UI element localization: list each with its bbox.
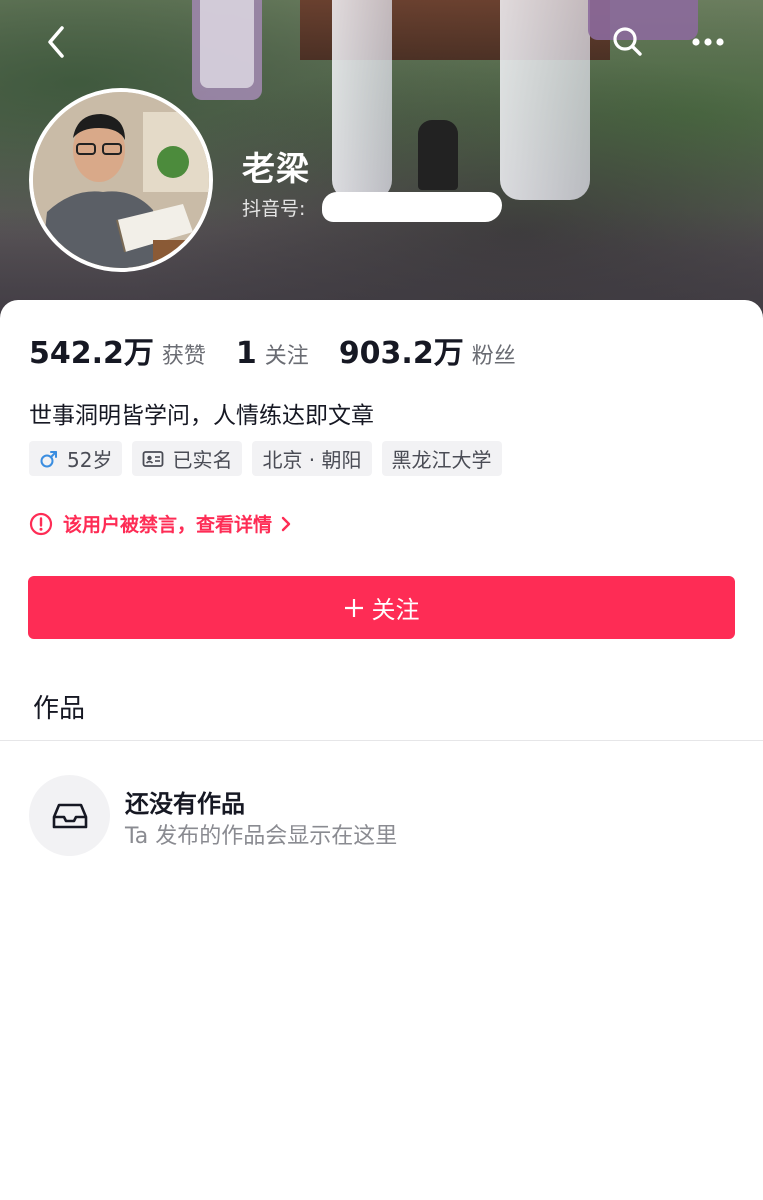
tag-age-label: 52岁 [67, 448, 113, 472]
avatar[interactable] [29, 88, 213, 272]
empty-works-icon-wrap [29, 775, 110, 856]
tag-age: 52岁 [29, 441, 123, 476]
id-card-icon [142, 450, 164, 468]
tab-works[interactable]: 作品 [33, 688, 85, 725]
tag-location: 北京 · 朝阳 [252, 441, 372, 476]
tag-location-label: 北京 · 朝阳 [262, 448, 362, 472]
profile-card [0, 300, 763, 1200]
douyin-id-redaction [322, 192, 502, 222]
stats-row: 542.2万 获赞 1 关注 903.2万 粉丝 [29, 328, 546, 372]
tag-school-label: 黑龙江大学 [391, 448, 492, 472]
plus-icon [344, 598, 364, 618]
ban-notice-text: 该用户被禁言，查看详情 [63, 514, 273, 536]
stat-followers[interactable]: 903.2万 粉丝 [339, 328, 516, 372]
stat-likes[interactable]: 542.2万 获赞 [29, 328, 206, 372]
search-icon [613, 27, 642, 56]
profile-bio: 世事洞明皆学问，人情练达即文章 [29, 403, 374, 429]
avatar-portrait [33, 92, 209, 268]
curtain-decoration [500, 0, 590, 200]
divider [0, 740, 763, 741]
more-button[interactable] [686, 20, 730, 64]
follow-button[interactable]: 关注 [28, 576, 735, 639]
stat-label: 关注 [264, 344, 309, 369]
profile-tags: 52岁 已实名 北京 · 朝阳 黑龙江大学 [29, 441, 512, 476]
ban-notice-link[interactable]: 该用户被禁言，查看详情 [29, 510, 292, 537]
douyin-id-label: 抖音号: [242, 198, 306, 220]
stat-label: 粉丝 [471, 344, 516, 369]
chevron-right-icon [280, 515, 292, 533]
empty-works-subtitle: Ta 发布的作品会显示在这里 [125, 824, 398, 849]
warning-icon [29, 512, 53, 536]
follow-button-label: 关注 [371, 597, 420, 624]
tag-school: 黑龙江大学 [381, 441, 502, 476]
profile-name: 老梁 [242, 149, 310, 188]
stat-following[interactable]: 1 关注 [236, 336, 309, 371]
stat-value: 542.2万 [29, 336, 154, 371]
stat-value: 903.2万 [338, 336, 464, 371]
inbox-icon [52, 803, 87, 828]
tag-verified: 已实名 [132, 441, 243, 476]
banner-decoration [192, 0, 262, 100]
search-button[interactable] [606, 20, 650, 64]
seated-figure [418, 120, 458, 190]
male-icon [39, 449, 59, 469]
tag-verified-label: 已实名 [172, 448, 233, 472]
chevron-left-icon [48, 26, 64, 58]
curtain-decoration [332, 0, 392, 200]
more-horizontal-icon [692, 38, 724, 46]
stat-label: 获赞 [161, 344, 206, 369]
back-button[interactable] [34, 20, 78, 64]
empty-works-title: 还没有作品 [125, 790, 245, 818]
stat-value: 1 [235, 336, 257, 371]
